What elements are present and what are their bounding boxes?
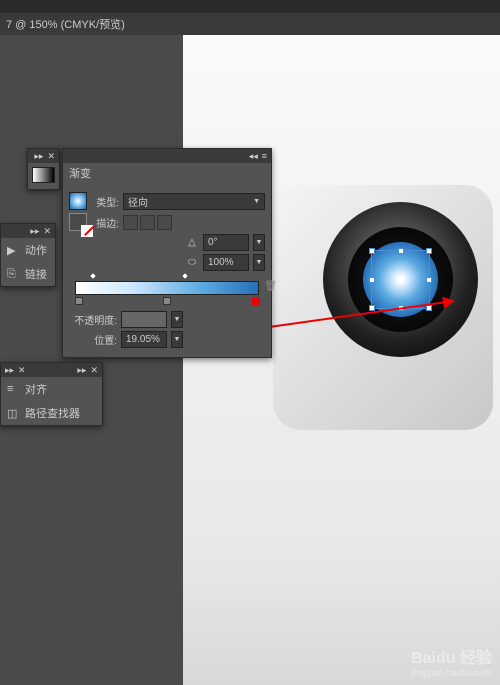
chevron-down-icon: ▼ bbox=[253, 198, 260, 205]
panel-item-actions[interactable]: ▶ 动作 bbox=[1, 238, 55, 262]
selection-handle[interactable] bbox=[426, 248, 432, 254]
app-toolbar bbox=[0, 0, 500, 13]
collapse-icon[interactable]: ◂◂ bbox=[249, 151, 258, 161]
fill-swatch[interactable] bbox=[69, 192, 87, 210]
watermark: Baidu 经验 jingyan.baidu.com bbox=[411, 644, 492, 679]
gradient-type-select[interactable]: 径向 ▼ bbox=[123, 193, 265, 210]
angle-input[interactable]: 0° bbox=[203, 234, 249, 251]
close-icon[interactable]: ✕ bbox=[43, 226, 51, 236]
position-input[interactable]: 19.05% bbox=[121, 331, 167, 348]
selection-bounding-box[interactable] bbox=[371, 250, 430, 309]
panel-tab-gradient[interactable]: 渐变 bbox=[63, 163, 271, 183]
menu-icon[interactable]: ≡ bbox=[262, 151, 267, 161]
stroke-align-button[interactable] bbox=[123, 215, 138, 230]
position-label: 位置: bbox=[69, 332, 117, 347]
left-dock bbox=[0, 35, 183, 685]
aspect-dropdown[interactable]: ▼ bbox=[253, 254, 265, 271]
panel-item-pathfinder[interactable]: ◫ 路径查找器 bbox=[1, 401, 102, 425]
selection-handle[interactable] bbox=[369, 248, 375, 254]
angle-dropdown[interactable]: ▼ bbox=[253, 234, 265, 251]
collapse-icon[interactable]: ▸▸ bbox=[77, 365, 86, 375]
position-dropdown[interactable]: ▼ bbox=[171, 331, 183, 348]
actions-panel[interactable]: ▸▸ ✕ ▶ 动作 ⎘ 链接 bbox=[0, 223, 56, 287]
selection-handle[interactable] bbox=[398, 248, 404, 254]
gradient-swatch-icon[interactable] bbox=[32, 167, 55, 183]
align-icon: ≡ bbox=[7, 383, 19, 395]
stroke-align-button[interactable] bbox=[157, 215, 172, 230]
panel-header[interactable]: ▸▸ ✕ ▸▸ ✕ bbox=[1, 363, 102, 377]
canvas[interactable]: Baidu 经验 jingyan.baidu.com bbox=[183, 35, 500, 685]
stroke-alignment-group bbox=[123, 215, 172, 230]
collapse-icon[interactable]: ▸▸ bbox=[30, 226, 39, 236]
panel-item-label: 路径查找器 bbox=[25, 405, 80, 421]
selection-handle[interactable] bbox=[369, 277, 375, 283]
color-stop[interactable] bbox=[163, 297, 171, 307]
opacity-input[interactable] bbox=[121, 311, 167, 328]
panel-item-align[interactable]: ≡ 对齐 bbox=[1, 377, 102, 401]
stroke-align-button[interactable] bbox=[140, 215, 155, 230]
panel-header[interactable]: ◂◂ ≡ bbox=[63, 149, 271, 163]
workspace: Baidu 经验 jingyan.baidu.com bbox=[0, 35, 500, 685]
color-stop[interactable] bbox=[75, 297, 83, 307]
opacity-dropdown[interactable]: ▼ bbox=[171, 311, 183, 328]
document-tab[interactable]: 7 @ 150% (CMYK/预览) bbox=[6, 16, 125, 32]
panel-item-label: 动作 bbox=[25, 242, 47, 258]
swatch-mini-panel[interactable]: ▸▸ ✕ bbox=[27, 148, 60, 190]
close-icon[interactable]: ✕ bbox=[47, 151, 55, 161]
close-icon[interactable]: ✕ bbox=[18, 365, 26, 375]
collapse-icon[interactable]: ▸▸ bbox=[5, 365, 14, 375]
document-tab-bar: 7 @ 150% (CMYK/预览) bbox=[0, 13, 500, 35]
link-icon: ⎘ bbox=[7, 268, 19, 280]
color-stop-selected[interactable] bbox=[252, 297, 260, 307]
angle-icon: △ bbox=[185, 236, 199, 250]
play-icon: ▶ bbox=[7, 244, 19, 256]
panel-header[interactable]: ▸▸ ✕ bbox=[28, 149, 59, 163]
panel-item-label: 对齐 bbox=[25, 381, 47, 397]
trash-icon[interactable]: 🗑 bbox=[264, 281, 277, 292]
opacity-label: 不透明度: bbox=[69, 312, 117, 327]
opacity-stop[interactable] bbox=[88, 272, 96, 280]
midpoint-diamond[interactable] bbox=[180, 272, 188, 280]
gradient-panel[interactable]: ◂◂ ≡ 渐变 类型: 径向 ▼ 描边: bbox=[62, 148, 272, 358]
artwork-lens-mid bbox=[348, 227, 453, 332]
panel-header[interactable]: ▸▸ ✕ bbox=[1, 224, 55, 238]
none-icon bbox=[81, 225, 93, 237]
aspect-input[interactable]: 100% bbox=[203, 254, 249, 271]
selection-handle[interactable] bbox=[426, 277, 432, 283]
artwork-lens-outer bbox=[323, 202, 478, 357]
selection-handle[interactable] bbox=[426, 305, 432, 311]
gradient-ramp[interactable]: 🗑 bbox=[75, 281, 259, 295]
arrow-head-icon bbox=[442, 295, 456, 309]
close-icon[interactable]: ✕ bbox=[90, 365, 98, 375]
gradient-type-value: 径向 bbox=[128, 194, 148, 209]
stroke-label: 描边: bbox=[91, 215, 119, 230]
collapse-icon[interactable]: ▸▸ bbox=[34, 151, 43, 161]
panel-item-label: 链接 bbox=[25, 266, 47, 282]
selection-handle[interactable] bbox=[369, 305, 375, 311]
align-panel[interactable]: ▸▸ ✕ ▸▸ ✕ ≡ 对齐 ◫ 路径查找器 bbox=[0, 362, 103, 426]
pathfinder-icon: ◫ bbox=[7, 407, 19, 419]
gradient-bar[interactable] bbox=[75, 281, 259, 295]
gradient-panel-body: 类型: 径向 ▼ 描边: △ 0° ▼ bbox=[63, 183, 271, 357]
type-label: 类型: bbox=[91, 194, 119, 209]
aspect-icon: ⬭ bbox=[185, 256, 199, 270]
panel-item-links[interactable]: ⎘ 链接 bbox=[1, 262, 55, 286]
